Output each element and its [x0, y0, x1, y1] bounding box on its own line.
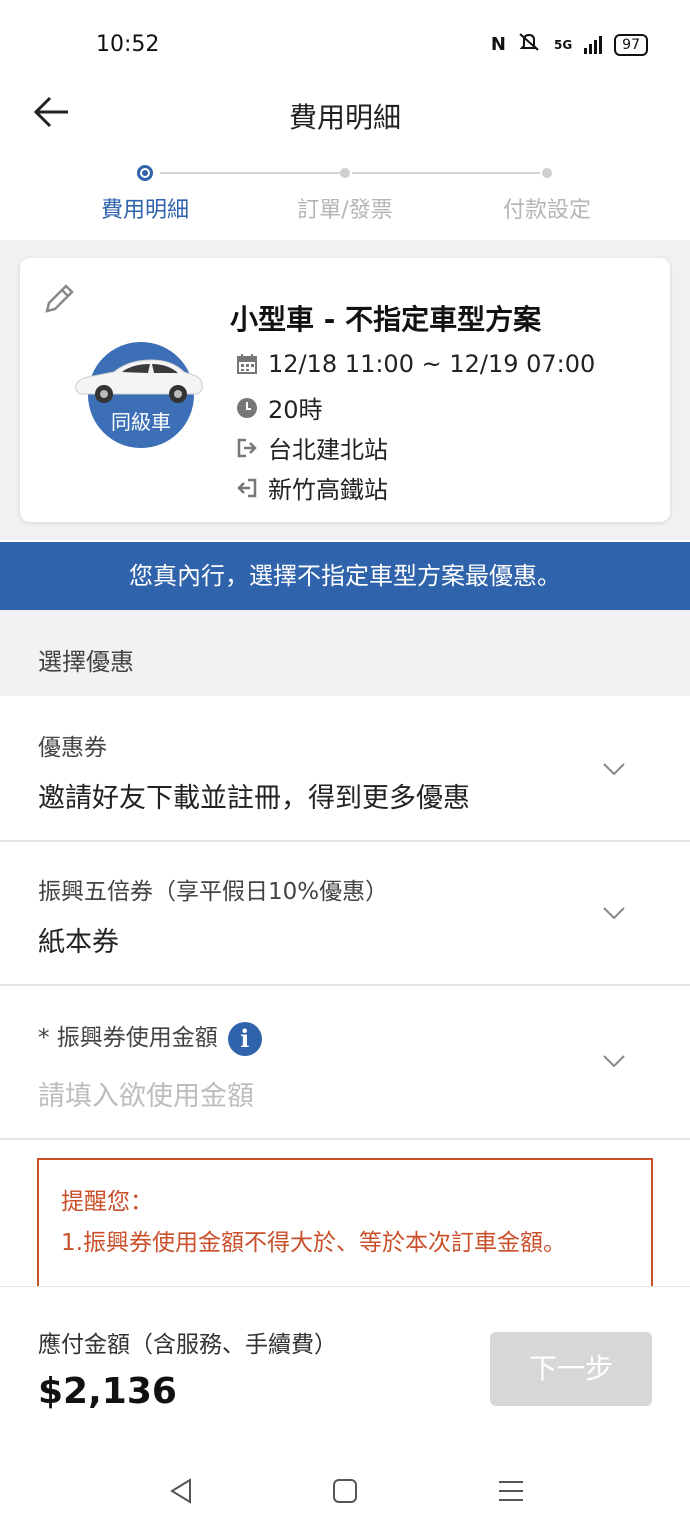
dropoff-station: 新竹高鐵站 — [268, 476, 388, 504]
voucher-amount-input[interactable]: 請填入欲使用金額 — [38, 1074, 254, 1113]
dropoff-icon — [236, 477, 258, 499]
header: 費用明細 — [0, 90, 690, 160]
voucher-amount-field[interactable]: * 振興券使用金額 i 請填入欲使用金額 — [0, 986, 690, 1140]
rental-datetime-row: 12/18 11:00 ~ 12/19 07:00 — [236, 350, 595, 378]
stimulus-voucher-select[interactable]: 振興五倍券（享平假日10%優惠） 紙本券 — [0, 842, 690, 986]
calendar-icon — [236, 353, 258, 375]
pickup-icon — [236, 437, 258, 459]
chevron-down-icon — [603, 1055, 625, 1068]
reminder-title: 提醒您： — [61, 1189, 153, 1215]
nav-back-icon[interactable] — [166, 1476, 196, 1506]
stimulus-voucher-label: 振興五倍券（享平假日10%優惠） — [38, 879, 389, 905]
step-label-fee: 費用明細 — [100, 198, 189, 223]
trip-summary-card: 同級車 小型車 - 不指定車型方案 12/18 11:00 ~ 12/19 07… — [20, 258, 670, 522]
car-class-badge: 同級車 — [75, 342, 203, 448]
nav-menu-icon[interactable] — [496, 1476, 526, 1506]
step-connector — [352, 172, 540, 174]
voucher-amount-label-row: * 振興券使用金額 i — [38, 1018, 262, 1056]
step-dot-active — [137, 165, 153, 181]
amount-due-label: 應付金額（含服務、手續費） — [38, 1332, 337, 1358]
status-time: 10:52 — [96, 32, 160, 57]
battery-icon: 97 — [614, 33, 648, 56]
amount-due: $2,136 — [38, 1371, 177, 1412]
page-title: 費用明細 — [288, 101, 401, 134]
edit-icon[interactable] — [42, 282, 76, 316]
plan-title: 小型車 - 不指定車型方案 — [230, 303, 542, 336]
coupon-label: 優惠券 — [38, 735, 107, 761]
pickup-station: 台北建北站 — [268, 436, 388, 464]
next-step-button[interactable]: 下一步 — [490, 1332, 652, 1406]
clock-icon — [236, 397, 258, 419]
network-type: 5G — [553, 37, 573, 52]
duration-row: 20時 — [236, 390, 323, 425]
step-connector — [160, 172, 340, 174]
coupon-value: 邀請好友下載並註冊，得到更多優惠 — [38, 783, 470, 814]
rental-datetime: 12/18 11:00 ~ 12/19 07:00 — [268, 350, 596, 378]
progress-stepper: 費用明細 訂單/發票 付款設定 — [0, 160, 690, 240]
reminder-text: 1.振興券使用金額不得大於、等於本次訂車金額。 — [61, 1230, 566, 1256]
dropoff-row: 新竹高鐵站 — [236, 470, 388, 505]
step-dot — [340, 168, 350, 178]
voucher-amount-label: * 振興券使用金額 — [38, 1025, 218, 1051]
chevron-down-icon — [603, 907, 625, 920]
reminder-box: 提醒您： 1.振興券使用金額不得大於、等於本次訂車金額。 — [37, 1158, 653, 1298]
car-class-label: 同級車 — [111, 410, 171, 434]
nav-home-icon[interactable] — [330, 1476, 360, 1506]
mute-icon — [518, 32, 542, 57]
signal-icon — [584, 35, 603, 54]
chevron-down-icon — [603, 763, 625, 776]
step-dot — [542, 168, 552, 178]
step-label-payment: 付款設定 — [502, 198, 591, 223]
discount-section-title: 選擇優惠 — [0, 610, 690, 696]
system-nav-bar — [0, 1436, 690, 1533]
payment-footer: 應付金額（含服務、手續費） $2,136 下一步 — [0, 1286, 690, 1436]
stimulus-voucher-value: 紙本券 — [38, 927, 119, 958]
duration: 20時 — [268, 396, 323, 424]
pickup-row: 台北建北站 — [236, 430, 388, 465]
nfc-icon: N — [490, 34, 506, 55]
car-icon — [75, 359, 203, 403]
status-bar: 10:52 N 5G 97 — [0, 0, 690, 90]
step-label-order: 訂單/發票 — [297, 198, 393, 223]
coupon-select[interactable]: 優惠券 邀請好友下載並註冊，得到更多優惠 — [0, 696, 690, 842]
promo-banner: 您真內行，選擇不指定車型方案最優惠。 — [0, 542, 690, 610]
info-icon[interactable]: i — [227, 1021, 262, 1056]
status-icons: N 5G 97 — [491, 32, 648, 57]
